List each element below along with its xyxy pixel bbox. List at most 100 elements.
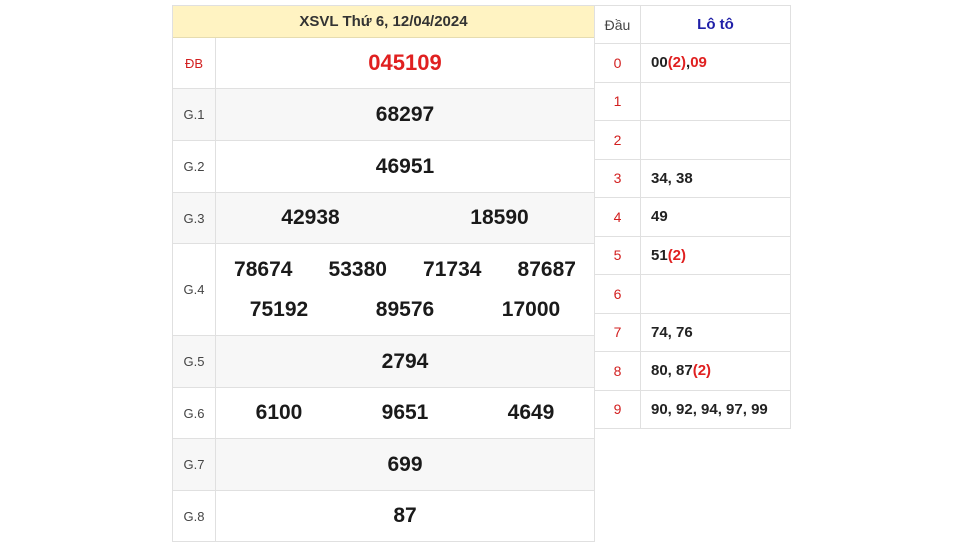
prize-row: G.4 78674 53380 71734 87687 75192 89576 17000 [173, 243, 594, 335]
prize-number: 18590 [470, 206, 529, 229]
prize-row: G.2 46951 [173, 140, 594, 192]
loto-value: 00 [651, 54, 668, 72]
prize-row: G.6 6100 9651 4649 [173, 387, 594, 438]
loto-header-row: Đầu Lô tô [595, 6, 790, 43]
loto-cell: 74, 76 [641, 314, 790, 352]
prize-number: 87687 [517, 257, 576, 281]
prize-number: 42938 [281, 206, 340, 229]
loto-row: 5 51 (2) [595, 235, 790, 275]
prize-number: 87 [393, 504, 417, 527]
prize-number: 53380 [328, 257, 387, 281]
prize-number: 75192 [249, 297, 309, 321]
prize-row: G.1 68297 [173, 88, 594, 140]
loto-cell: 00 (2), 09 [641, 44, 790, 82]
prize-line: 6100 9651 4649 [216, 398, 594, 428]
prize-number: 6100 [255, 401, 303, 424]
loto-value: 09 [690, 54, 707, 72]
prize-line: 87 [216, 501, 594, 531]
prize-label: G.2 [173, 141, 216, 192]
prize-number: 045109 [368, 50, 442, 75]
loto-row: 3 34, 38 [595, 158, 790, 198]
prize-number: 4649 [507, 401, 555, 424]
dau-cell: 6 [595, 275, 641, 313]
prize-label: ĐB [173, 38, 216, 88]
loto-cell: 34, 38 [641, 160, 790, 198]
loto-header: Lô tô [697, 16, 734, 33]
dau-cell: 5 [595, 236, 641, 274]
loto-row: 9 90, 92, 94, 97, 99 [595, 389, 790, 429]
prize-row: G.3 42938 18590 [173, 192, 594, 243]
loto-value: 34, 38 [651, 169, 693, 187]
loto-row: 6 [595, 274, 790, 313]
prize-line: 699 [216, 450, 594, 480]
dau-cell: 7 [595, 313, 641, 351]
loto-cell: 80, 87 (2) [641, 352, 790, 390]
loto-cell: 51 (2) [641, 237, 790, 275]
loto-row: 1 [595, 81, 790, 121]
prize-line: 75192 89576 17000 [216, 290, 594, 330]
prize-line: 045109 [216, 48, 594, 78]
loto-cell [641, 83, 790, 121]
prize-number: 9651 [381, 401, 429, 424]
prize-row: G.5 2794 [173, 335, 594, 387]
loto-table: Đầu Lô tô 0 00 (2), 09 1 2 3 34, 38 4 49 5 51 (2) 6 7… [594, 5, 791, 429]
prize-numbers: 78674 53380 71734 87687 75192 89576 17000 [216, 244, 594, 335]
prize-numbers: 68297 [216, 89, 594, 140]
loto-value: 51 [651, 246, 668, 264]
loto-rows: 0 00 (2), 09 1 2 3 34, 38 4 49 5 51 (2) 6 7 74, 76 8 80,… [595, 43, 790, 428]
prize-numbers: 699 [216, 439, 594, 490]
prize-rows: ĐB 045109 G.1 68297 G.2 46951 G.3 42938 18590 G.4… [173, 38, 594, 541]
loto-row: 7 74, 76 [595, 312, 790, 352]
loto-cell [641, 121, 790, 159]
prize-number: 699 [387, 452, 423, 476]
dau-cell: 4 [595, 198, 641, 236]
loto-cell: 49 [641, 198, 790, 236]
dau-cell: 3 [595, 159, 641, 197]
prize-numbers: 46951 [216, 141, 594, 192]
prize-row: G.8 87 [173, 490, 594, 541]
results-title: XSVL Thứ 6, 12/04/2024 [173, 6, 594, 38]
prize-number: 68297 [375, 102, 435, 126]
prize-line: 68297 [216, 100, 594, 130]
prize-number: 17000 [501, 297, 561, 321]
prize-label: G.4 [173, 244, 216, 335]
loto-value: 74, 76 [651, 323, 693, 341]
prize-row: G.7 699 [173, 438, 594, 490]
loto-row: 8 80, 87 (2) [595, 351, 790, 390]
prize-line: 46951 [216, 152, 594, 182]
prize-label: G.5 [173, 336, 216, 387]
prize-number: 46951 [375, 154, 435, 178]
loto-value: (2) [667, 54, 687, 72]
prize-label: G.1 [173, 89, 216, 140]
dau-cell: 8 [595, 352, 641, 390]
prize-line: 78674 53380 71734 87687 [216, 250, 594, 290]
loto-row: 0 00 (2), 09 [595, 43, 790, 82]
dau-header: Đầu [595, 6, 641, 43]
loto-value: 90, 92, 94, 97, 99 [651, 400, 768, 418]
prize-numbers: 2794 [216, 336, 594, 387]
prize-line: 42938 18590 [216, 203, 594, 233]
prize-number: 78674 [234, 257, 293, 281]
prize-line: 2794 [216, 347, 594, 377]
prize-row: ĐB 045109 [173, 38, 594, 88]
prize-label: G.7 [173, 439, 216, 490]
dau-cell: 1 [595, 82, 641, 120]
dau-cell: 9 [595, 390, 641, 428]
loto-value: 49 [651, 208, 668, 226]
prize-label: G.6 [173, 388, 216, 438]
results-table: XSVL Thứ 6, 12/04/2024 ĐB 045109 G.1 68297 G… [172, 5, 595, 542]
loto-value: (2) [692, 362, 712, 380]
dau-cell: 0 [595, 44, 641, 82]
prize-number: 89576 [375, 297, 435, 321]
prize-numbers: 87 [216, 491, 594, 541]
prize-numbers: 6100 9651 4649 [216, 388, 594, 438]
prize-number: 71734 [423, 257, 482, 281]
prize-label: G.3 [173, 193, 216, 243]
prize-label: G.8 [173, 491, 216, 541]
loto-value: 80, 87 [651, 362, 693, 380]
loto-row: 2 [595, 120, 790, 159]
prize-numbers: 045109 [216, 38, 594, 88]
loto-cell: 90, 92, 94, 97, 99 [641, 391, 790, 429]
prize-number: 2794 [381, 349, 429, 373]
dau-cell: 2 [595, 121, 641, 159]
